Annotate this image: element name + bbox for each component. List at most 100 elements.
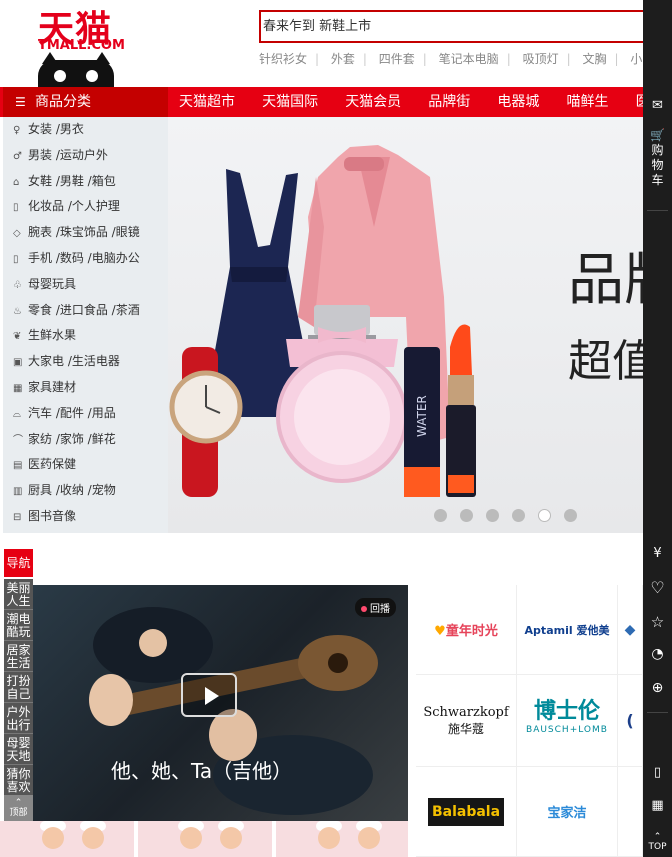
phone-icon: ▯ (13, 253, 19, 265)
search-input[interactable] (263, 17, 643, 32)
brand-tile-partial[interactable]: ◆ (618, 585, 643, 675)
floor-top-label: 顶部 (9, 808, 28, 818)
appliance-icon: ▣ (13, 357, 23, 369)
main-nav: ☰ 商品分类 天猫超市 天猫国际 天猫会员 品牌街 电器城 喵鲜生 医药馆 (0, 87, 672, 117)
search-box[interactable] (259, 10, 659, 43)
yen-icon[interactable]: ¥ (643, 546, 672, 561)
tmall-homepage: 天猫 TMALL.COM 针织衫女| 外套| 四件套| 笔记本电脑| 吸顶灯| … (0, 0, 672, 857)
hot-word[interactable]: 针织衫女 (259, 50, 307, 67)
hot-word[interactable]: 四件套 (379, 50, 415, 67)
banner-subheadline: 超值 (568, 336, 644, 387)
brand-logo: 宝家洁 (547, 806, 587, 821)
top-label: TOP (648, 842, 667, 852)
hot-word[interactable]: 外套 (331, 50, 355, 67)
nav-link-brand-street[interactable]: 品牌街 (417, 87, 481, 117)
cart-label: 购物车 (651, 143, 664, 187)
chevron-up-icon: ⌃ (14, 798, 23, 808)
top-arrow-icon: ⌃ (653, 832, 662, 842)
hot-word[interactable]: 文胸 (582, 50, 606, 67)
category-item[interactable]: ▣ 大家电 /生活电器 (3, 349, 168, 375)
heart-icon[interactable]: ♡ (643, 578, 672, 597)
category-item[interactable]: ▯ 化妆品 /个人护理 (3, 194, 168, 220)
back-to-top-button[interactable]: ⌃ TOP (643, 832, 672, 852)
brand-logo: ♥童年时光 (434, 624, 498, 639)
video-player[interactable]: 回播 他、她、Ta（吉他） (33, 585, 408, 821)
coupon-icon[interactable]: ⊕ (643, 680, 672, 696)
star-icon[interactable]: ☆ (643, 613, 672, 631)
carousel-dot[interactable] (434, 509, 447, 522)
category-item[interactable]: ♀ 女装 /男衣 (3, 117, 168, 143)
list-icon: ☰ (15, 95, 26, 109)
logo-english-text: TMALL.COM (38, 38, 125, 53)
mobile-icon[interactable]: ▯ (643, 765, 672, 780)
car-icon: ⌓ (13, 408, 21, 420)
carousel-dot[interactable] (486, 509, 500, 522)
category-item[interactable]: ♧ 母婴玩具 (3, 272, 168, 298)
category-item[interactable]: ◇ 腕表 /珠宝饰品 /眼镜 (3, 220, 168, 246)
video-thumbnail[interactable] (0, 821, 134, 857)
cart-icon: 🛒 (650, 128, 665, 142)
brand-tile[interactable]: 博士伦 BAUSCH+LOMB (517, 675, 618, 767)
floor-nav-item[interactable]: 潮电酷玩 (4, 610, 33, 641)
snack-icon: ♨ (13, 305, 22, 317)
hot-search-words: 针织衫女| 外套| 四件套| 笔记本电脑| 吸顶灯| 文胸| 小白鞋 (259, 50, 666, 67)
brand-tile-partial[interactable] (618, 767, 643, 857)
category-item[interactable]: ⌓ 汽车 /配件 /用品 (3, 401, 168, 427)
floor-nav-top-button[interactable]: ⌃ 顶部 (4, 795, 33, 821)
cat-head-icon (38, 52, 114, 88)
carousel-dot-active[interactable] (538, 509, 552, 522)
medicine-icon: ▤ (13, 460, 23, 472)
floor-nav-item[interactable]: 打扮自己 (4, 672, 33, 703)
brand-tile[interactable]: Balabala (416, 767, 517, 857)
message-icon[interactable]: ✉ (643, 98, 672, 113)
category-item[interactable]: ♂ 男装 /运动户外 (3, 143, 168, 169)
brand-tile[interactable]: 宝家洁 (517, 767, 618, 857)
category-item[interactable]: ⌒ 家纺 /家饰 /鲜花 (3, 427, 168, 453)
floor-nav-item[interactable]: 居家生活 (4, 641, 33, 672)
nav-link-electronics[interactable]: 电器城 (486, 87, 550, 117)
category-item[interactable]: ▥ 厨具 /收纳 /宠物 (3, 478, 168, 504)
video-thumbnail[interactable] (276, 821, 408, 857)
clothing-icon: ♀ (13, 125, 21, 136)
category-item[interactable]: ▯ 手机 /数码 /电脑办公 (3, 246, 168, 272)
nav-link-supermarket[interactable]: 天猫超市 (168, 87, 246, 117)
hot-word[interactable]: 吸顶灯 (523, 50, 559, 67)
carousel-dot[interactable] (564, 509, 578, 522)
nav-link-international[interactable]: 天猫国际 (251, 87, 329, 117)
kitchen-icon: ▥ (13, 486, 23, 498)
svg-text:WATER: WATER (415, 395, 429, 437)
category-tab[interactable]: ☰ 商品分类 (3, 87, 168, 117)
play-button[interactable] (181, 673, 237, 717)
carousel-dot[interactable] (460, 509, 474, 522)
brand-tile-partial[interactable]: ( (618, 675, 643, 767)
category-item[interactable]: ♨ 零食 /进口食品 /茶酒 (3, 298, 168, 324)
brand-logo-partial-icon: ( (626, 711, 634, 730)
category-item[interactable]: ❦ 生鲜水果 (3, 323, 168, 349)
nav-link-member[interactable]: 天猫会员 (334, 87, 412, 117)
brand-tile[interactable]: Aptamil 爱他美 (517, 585, 618, 675)
brand-tile[interactable]: Schwarzkopf 施华蔻 (416, 675, 517, 767)
shirt-icon: ♂ (13, 150, 22, 162)
hot-word[interactable]: 笔记本电脑 (439, 50, 499, 67)
video-thumbnail[interactable] (138, 821, 272, 857)
category-item[interactable]: ⊟ 图书音像 (3, 504, 168, 530)
floor-nav-item[interactable]: 猜你喜欢 (4, 765, 33, 796)
tmall-logo[interactable]: 天猫 TMALL.COM (36, 0, 125, 90)
brand-tile[interactable]: ♥童年时光 (416, 585, 517, 675)
category-item[interactable]: ▤ 医药保健 (3, 452, 168, 478)
video-thumbnail-strip (0, 821, 420, 857)
hero-banner[interactable]: WATER 品牌 超值 (168, 117, 644, 533)
replay-badge: 回播 (355, 598, 396, 617)
cart-button[interactable]: 🛒 购物车 (643, 128, 672, 188)
toy-icon: ♧ (13, 279, 22, 291)
category-item[interactable]: ▦ 家具建材 (3, 375, 168, 401)
floor-nav-item[interactable]: 母婴天地 (4, 734, 33, 765)
floor-nav-item[interactable]: 户外出行 (4, 703, 33, 734)
qrcode-icon[interactable]: ▦ (643, 798, 672, 813)
nav-link-fresh[interactable]: 喵鲜生 (555, 87, 619, 117)
category-item[interactable]: ⌂ 女鞋 /男鞋 /箱包 (3, 169, 168, 195)
history-icon[interactable]: ◔ (643, 646, 672, 662)
furniture-icon: ▦ (13, 382, 23, 394)
carousel-dot[interactable] (512, 509, 526, 522)
floor-nav-item[interactable]: 美丽人生 (4, 579, 33, 610)
